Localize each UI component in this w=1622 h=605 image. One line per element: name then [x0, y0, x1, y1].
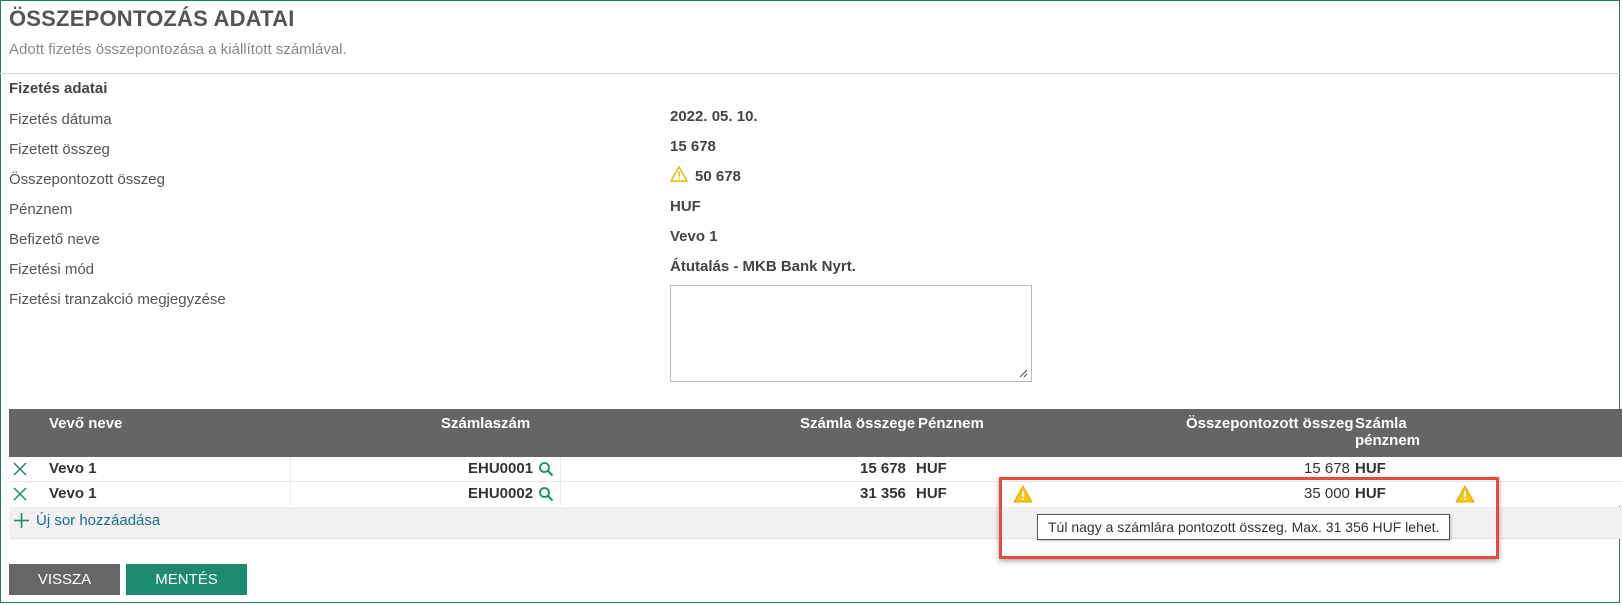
currency-label: Pénznem [9, 201, 73, 218]
column-divider [560, 482, 561, 506]
row-invoice-amount: 31 356 [860, 485, 906, 502]
matched-amount-label: Összepontozott összeg [9, 171, 165, 188]
payment-method-value: Átutalás - MKB Bank Nyrt. [670, 258, 856, 275]
close-icon[interactable] [12, 486, 28, 502]
column-header-invoice-no[interactable]: Számlaszám [441, 415, 530, 432]
search-icon[interactable] [538, 486, 554, 502]
section-title-payment: Fizetés adatai [9, 80, 108, 97]
column-divider [290, 482, 291, 506]
column-divider [290, 457, 291, 481]
row-customer: Vevo 1 [49, 460, 97, 477]
add-row-label: Új sor hozzáadása [36, 512, 161, 529]
paid-amount-label: Fizetett összeg [9, 141, 110, 158]
row-invoice-amount: 15 678 [860, 460, 906, 477]
column-header-currency[interactable]: Pénznem [918, 415, 984, 432]
search-icon[interactable] [538, 461, 554, 477]
warning-icon [1013, 485, 1033, 503]
divider [0, 73, 1622, 74]
row-invoice-no: EHU0002 [468, 485, 534, 502]
column-header-customer[interactable]: Vevő neve [49, 415, 122, 432]
column-header-matched-amount[interactable]: Összepontozott összeg [1186, 415, 1354, 432]
warning-icon [1455, 485, 1475, 503]
column-header-invoice-currency[interactable]: Számla pénznem [1355, 415, 1420, 449]
payer-name-label: Befizető neve [9, 231, 100, 248]
plus-icon [14, 513, 29, 528]
resize-handle-icon[interactable] [1019, 369, 1028, 378]
row-currency: HUF [916, 460, 947, 477]
row-invoice-currency: HUF [1355, 460, 1386, 477]
save-button[interactable]: MENTÉS [126, 564, 247, 595]
currency-value: HUF [670, 198, 701, 215]
column-header-invoice-currency-line1: Számla [1355, 415, 1407, 432]
column-header-invoice-currency-line2: pénznem [1355, 432, 1421, 449]
add-row-button[interactable]: Új sor hozzáadása [13, 512, 160, 529]
close-icon[interactable] [12, 461, 28, 477]
warning-icon [670, 166, 688, 182]
transaction-note-textarea[interactable] [670, 285, 1032, 382]
column-header-invoice-amount[interactable]: Számla összege [800, 415, 915, 432]
table-header: Vevő neve Számlaszám Számla összege Pénz… [9, 409, 1622, 457]
transaction-note-label: Fizetési tranzakció megjegyzése [9, 291, 226, 308]
validation-tooltip: Túl nagy a számlára pontozott összeg. Ma… [1037, 514, 1451, 540]
payment-date-label: Fizetés dátuma [9, 111, 112, 128]
payment-method-label: Fizetési mód [9, 261, 95, 278]
row-currency: HUF [916, 485, 947, 502]
row-customer: Vevo 1 [49, 485, 97, 502]
back-button[interactable]: VISSZA [9, 564, 120, 595]
payment-date-value: 2022. 05. 10. [670, 108, 758, 125]
row-invoice-no: EHU0001 [468, 460, 534, 477]
column-divider [560, 457, 561, 481]
page-title: ÖSSZEPONTOZÁS ADATAI [9, 6, 295, 31]
paid-amount-value: 15 678 [670, 138, 716, 155]
page-subtitle: Adott fizetés összepontozása a kiállítot… [9, 41, 347, 58]
matched-amount-value: 50 678 [695, 168, 741, 185]
row-matched-amount[interactable]: 15 678 [1304, 460, 1350, 477]
payer-name-value: Vevo 1 [670, 228, 718, 245]
